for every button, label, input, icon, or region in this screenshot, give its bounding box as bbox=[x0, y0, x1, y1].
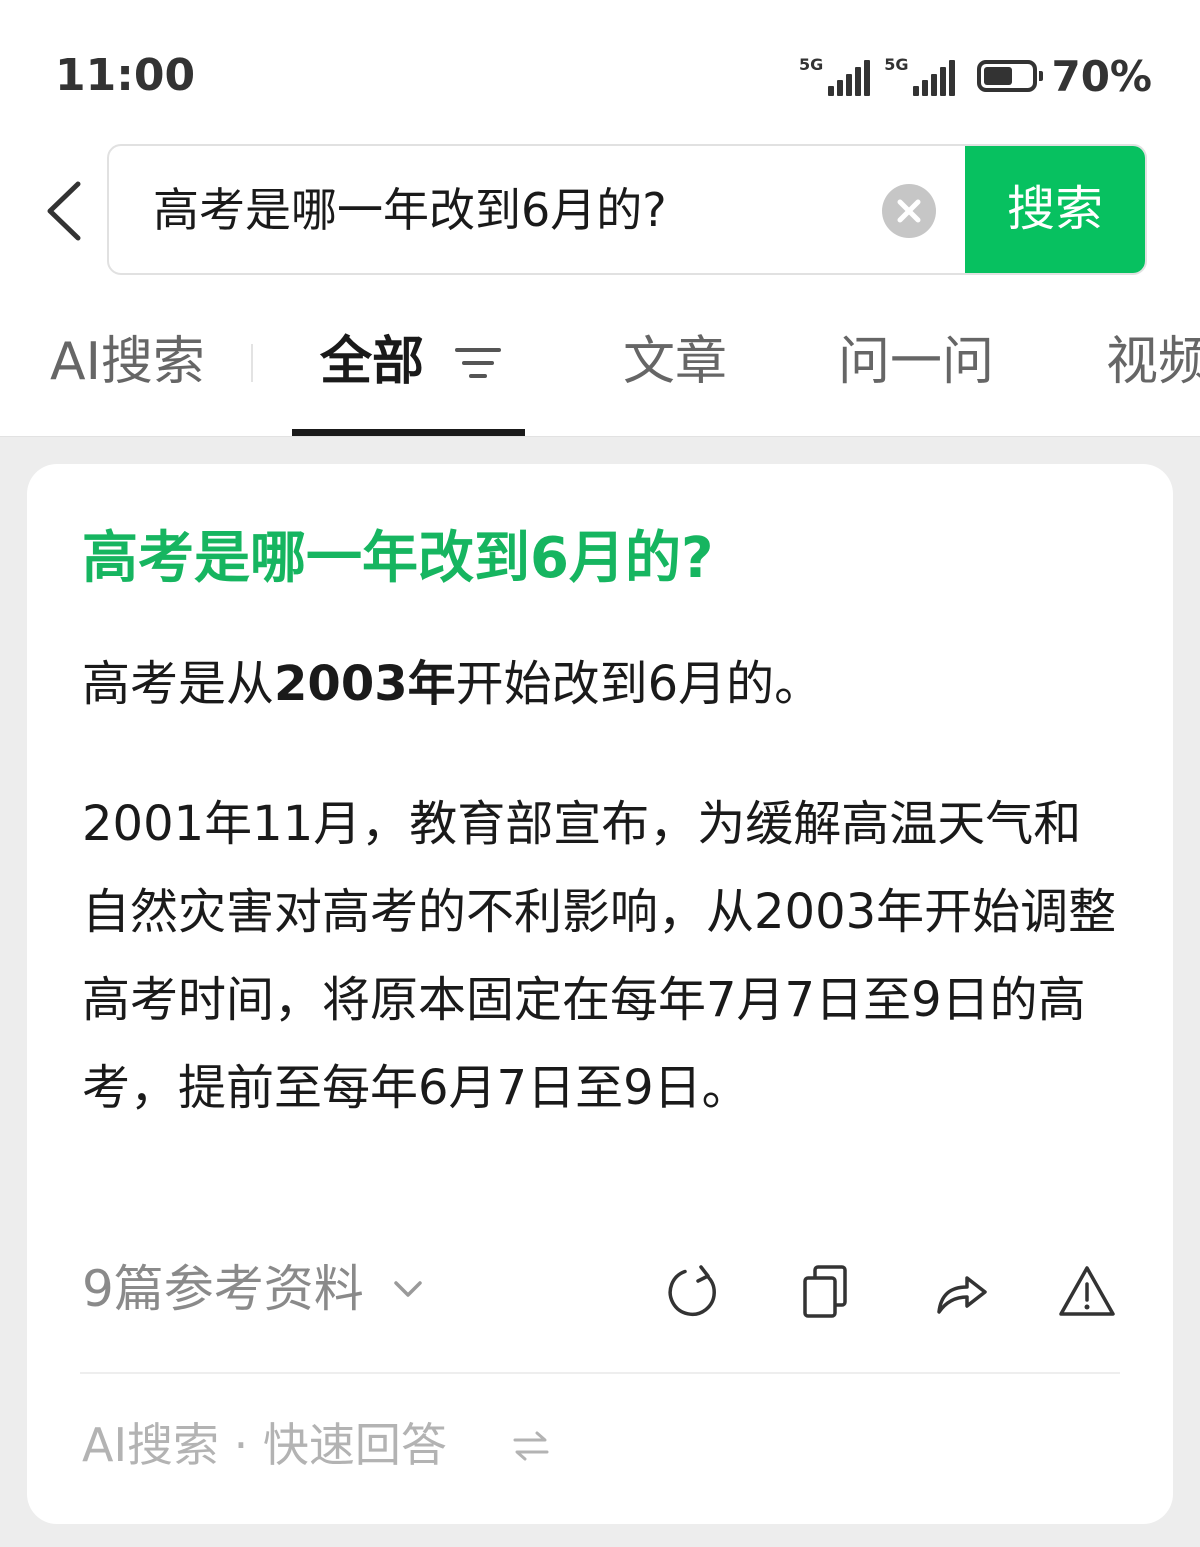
answer-lead-prefix: 高考是从 bbox=[82, 656, 275, 712]
ai-quick-answer-label: AI搜索 · 快速回答 bbox=[82, 1418, 447, 1472]
signal-icon-1: 5G bbox=[798, 55, 871, 96]
signal-icon-2: 5G bbox=[884, 55, 956, 96]
network-type-1: 5G bbox=[798, 55, 824, 74]
tab-articles[interactable]: 文章 bbox=[623, 330, 727, 394]
answer-lead-bold: 2003年 bbox=[274, 656, 456, 712]
clear-icon bbox=[897, 199, 921, 223]
header-area: 11:00 5G 5G 70% 高考是哪一年改到6月的? 搜索 AI搜索 全部 … bbox=[0, 0, 1200, 437]
answer-lead-suffix: 开始改到6月的。 bbox=[455, 656, 823, 712]
switch-icon[interactable] bbox=[511, 1426, 551, 1466]
answer-body: 2001年11月，教育部宣布，为缓解高温天气和自然灾害对高考的不利影响，从200… bbox=[82, 796, 1117, 1116]
back-button[interactable] bbox=[40, 178, 90, 244]
tab-bar: AI搜索 全部 文章 问一问 视频 bbox=[0, 300, 1200, 436]
answer-title[interactable]: 高考是哪一年改到6月的? bbox=[82, 524, 713, 594]
ai-answer-card: 高考是哪一年改到6月的? 高考是从2003年开始改到6月的。 2001年11月，… bbox=[27, 464, 1173, 1524]
chevron-down-icon bbox=[394, 1281, 422, 1297]
tab-divider bbox=[251, 344, 253, 382]
share-icon[interactable] bbox=[931, 1262, 991, 1322]
references-label: 9篇参考资料 bbox=[82, 1260, 364, 1318]
clear-button[interactable] bbox=[882, 184, 936, 238]
tab-all[interactable]: 全部 bbox=[320, 330, 424, 394]
references-toggle[interactable]: 9篇参考资料 bbox=[82, 1258, 426, 1320]
active-tab-indicator bbox=[292, 429, 525, 436]
tab-ai-search[interactable]: AI搜索 bbox=[50, 330, 205, 394]
answer-lead: 高考是从2003年开始改到6月的。 bbox=[82, 654, 822, 714]
card-divider bbox=[80, 1372, 1120, 1374]
tab-ask[interactable]: 问一问 bbox=[838, 330, 994, 394]
status-time: 11:00 bbox=[55, 50, 196, 101]
tab-videos[interactable]: 视频 bbox=[1106, 330, 1200, 394]
back-icon bbox=[47, 181, 81, 241]
search-button[interactable]: 搜索 bbox=[965, 146, 1145, 273]
network-type-2: 5G bbox=[884, 55, 909, 74]
copy-icon[interactable] bbox=[797, 1262, 857, 1322]
search-box: 搜索 bbox=[107, 144, 1147, 275]
status-icons: 5G 5G 70% bbox=[799, 50, 1152, 102]
refresh-icon[interactable] bbox=[663, 1262, 723, 1322]
battery-percent: 70% bbox=[1051, 51, 1152, 101]
warning-icon[interactable] bbox=[1057, 1262, 1117, 1322]
filter-icon[interactable] bbox=[455, 344, 501, 382]
battery-icon bbox=[977, 60, 1044, 92]
search-input[interactable] bbox=[151, 146, 855, 273]
